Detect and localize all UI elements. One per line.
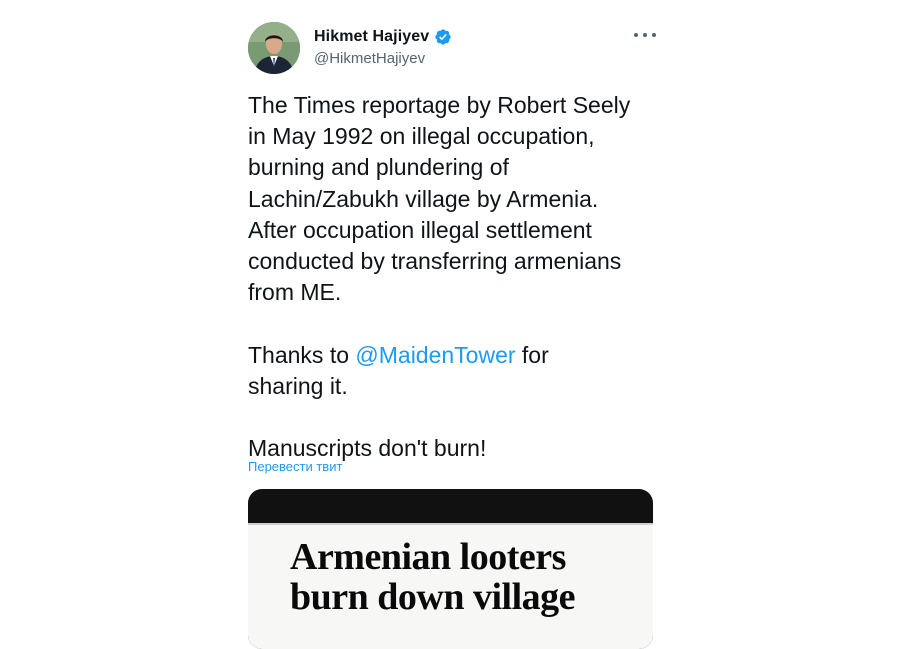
- author-avatar[interactable]: [248, 22, 300, 74]
- tweet-line: conducted by transferring armenians: [248, 248, 622, 275]
- tweet-text: The Times reportage by Robert Seely in M…: [248, 90, 658, 464]
- mention-link[interactable]: @MaidenTower: [355, 342, 515, 368]
- tweet: Hikmet Hajiyev @HikmetHajiyev The Times …: [248, 0, 658, 649]
- author-handle[interactable]: @HikmetHajiyev: [314, 50, 425, 67]
- thanks-prefix: Thanks to: [248, 341, 356, 368]
- tweet-line: in May 1992 on illegal occupation,: [248, 123, 595, 150]
- newspaper-headline: Armenian looters burn down village: [290, 536, 576, 618]
- headline-line: burn down village: [290, 576, 576, 618]
- avatar-photo-icon: [248, 22, 300, 74]
- more-dots-icon[interactable]: [634, 28, 656, 42]
- dot: [643, 33, 647, 37]
- tweet-line: burning and plundering of: [248, 154, 509, 181]
- tweet-line: from ME.: [248, 279, 342, 306]
- dot: [634, 33, 638, 37]
- newspaper-clipping: Armenian looters burn down village: [248, 523, 653, 649]
- translate-tweet-link[interactable]: Перевести твит: [248, 459, 342, 474]
- tweet-line: Lachin/Zabukh village by Armenia.: [248, 185, 599, 212]
- thanks-suffix: for: [515, 341, 549, 368]
- dot: [652, 33, 656, 37]
- author-name[interactable]: Hikmet Hajiyev: [314, 28, 429, 46]
- author-name-row: Hikmet Hajiyev: [314, 26, 452, 48]
- tweet-line: The Times reportage by Robert Seely: [248, 92, 631, 118]
- media-image[interactable]: Armenian looters burn down village: [248, 489, 653, 649]
- tweet-line: After occupation illegal settlement: [248, 216, 592, 243]
- headline-line: Armenian looters: [290, 536, 566, 578]
- verified-badge-icon: [434, 28, 452, 46]
- tweet-line: sharing it.: [248, 372, 348, 399]
- tweet-line-thanks: Thanks to @MaidenTower for: [248, 340, 658, 371]
